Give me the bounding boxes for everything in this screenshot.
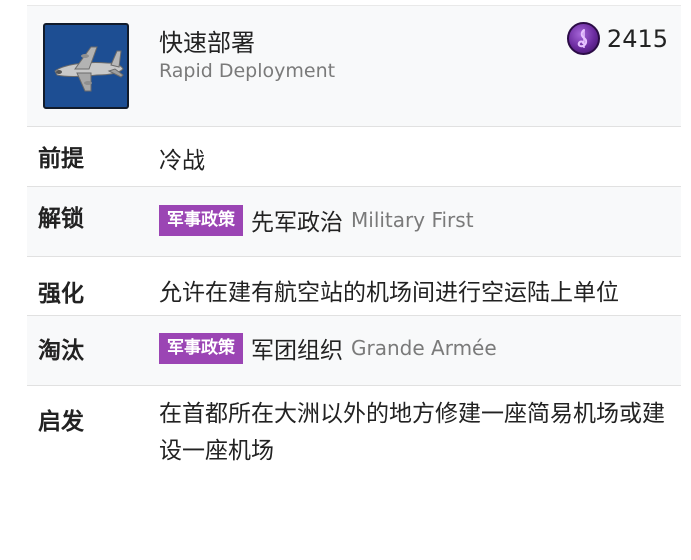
row-label: 强化 xyxy=(38,281,84,307)
cost-value: 2415 xyxy=(606,24,668,53)
obsoleted-by-link[interactable]: 军团组织 xyxy=(251,331,343,365)
obsoleted-by-value: 军事政策 军团组织 Grande Armée xyxy=(159,331,497,365)
card-header: 快速部署 Rapid Deployment 2415 xyxy=(27,5,681,126)
policy-card: 快速部署 Rapid Deployment 2415 前提 冷战 解锁 军事政策 xyxy=(27,5,681,497)
unlocks-english: Military First xyxy=(351,208,474,232)
inspiration-text: 在首都所在大洲以外的地方修建一座简易机场或建设一座机场 xyxy=(159,401,665,464)
row-unlocks: 解锁 军事政策 先军政治 Military First xyxy=(27,186,681,256)
row-boost: 强化 允许在建有航空站的机场间进行空运陆上单位 xyxy=(27,256,681,315)
row-prerequisite: 前提 冷战 xyxy=(27,126,681,186)
row-inspiration: 启发 在首都所在大洲以外的地方修建一座简易机场或建设一座机场 xyxy=(27,385,681,497)
row-label: 前提 xyxy=(38,146,84,172)
row-label: 启发 xyxy=(38,409,84,435)
policy-type-badge: 军事政策 xyxy=(159,332,243,364)
title-english: Rapid Deployment xyxy=(159,60,336,82)
unlocks-link[interactable]: 先军政治 xyxy=(251,203,343,237)
policy-type-badge: 军事政策 xyxy=(159,204,243,236)
civic-culture-icon xyxy=(566,22,600,55)
row-label: 解锁 xyxy=(38,206,84,232)
prerequisite-link[interactable]: 冷战 xyxy=(159,141,205,175)
unlocks-value: 军事政策 先军政治 Military First xyxy=(159,203,474,237)
page: 快速部署 Rapid Deployment 2415 前提 冷战 解锁 军事政策 xyxy=(0,0,691,560)
boost-text: 允许在建有航空站的机场间进行空运陆上单位 xyxy=(159,280,619,306)
row-obsoleted-by: 淘汰 军事政策 军团组织 Grande Armée xyxy=(27,315,681,385)
obsoleted-by-english: Grande Armée xyxy=(351,336,497,360)
cargo-plane-icon xyxy=(43,23,129,109)
title-chinese: 快速部署 xyxy=(159,29,255,57)
row-label: 淘汰 xyxy=(38,338,84,364)
cost: 2415 xyxy=(566,22,668,55)
